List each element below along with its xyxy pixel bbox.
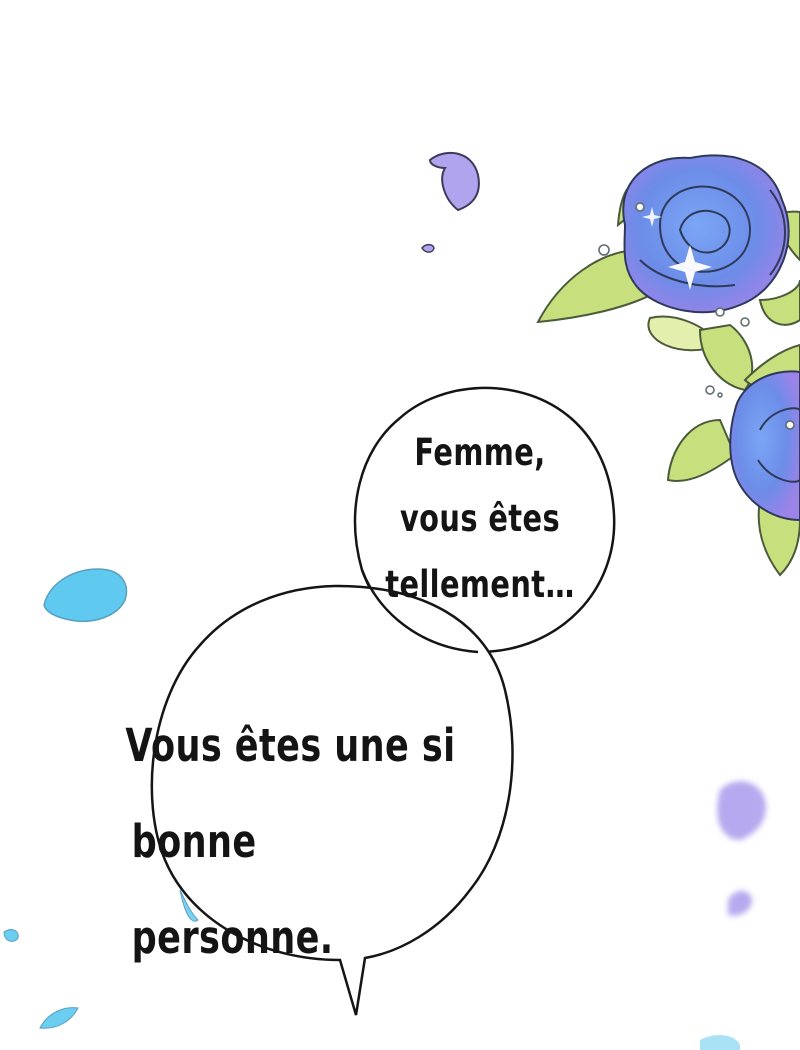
purple-petal-icon — [717, 781, 766, 916]
speech-text-large: Vous êtes une si bonne personne. — [125, 698, 468, 986]
speech-text-small: Femme, vous êtes tellement… — [363, 420, 597, 618]
speech-line: tellement… — [385, 563, 575, 606]
purple-petal-icon — [428, 152, 480, 212]
purple-petal-icon — [421, 243, 435, 253]
blue-rose-icon — [536, 154, 800, 392]
speech-line: bonne personne. — [131, 815, 334, 964]
speech-line: vous êtes — [399, 497, 561, 540]
speech-line: Vous êtes une si — [125, 719, 456, 772]
cyan-petal-icon — [43, 568, 128, 622]
speech-line: Femme, — [414, 431, 546, 474]
